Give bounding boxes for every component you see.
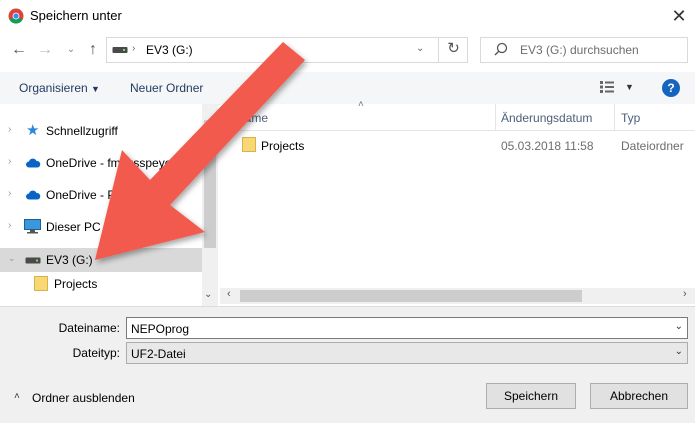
back-arrow-icon[interactable]: ← (10, 41, 28, 59)
filename-value: NEPOprog (131, 322, 190, 336)
breadcrumb-drive[interactable]: EV3 (G:) (146, 43, 193, 57)
chevron-down-icon[interactable]: ⌄ (675, 321, 683, 332)
nav-scroll-thumb[interactable] (204, 120, 216, 248)
hide-folders-button[interactable]: Ordner ausblenden (32, 391, 135, 405)
cloud-icon (26, 158, 41, 168)
collapse-chevron-icon[interactable]: ⌄ (8, 253, 16, 264)
address-dropdown-icon[interactable]: ⌄ (416, 43, 424, 54)
column-type-label: Typ (621, 111, 641, 125)
filetype-value: UF2-Datei (131, 347, 186, 361)
view-options-icon[interactable] (600, 81, 614, 93)
monitor-icon (24, 219, 41, 234)
nav-label: OneDrive - fmsgsspeyer (46, 156, 176, 170)
file-modified-cell: 05.03.2018 11:58 (501, 139, 594, 153)
forward-arrow-icon[interactable]: → (36, 41, 54, 59)
filetype-select[interactable]: UF2-Datei ⌄ (126, 342, 688, 364)
drive-icon (25, 257, 41, 264)
help-icon[interactable]: ? (662, 79, 680, 97)
chevron-up-icon[interactable]: ˄ (14, 391, 20, 402)
organize-button[interactable]: Organisieren ▼ (19, 81, 100, 95)
column-divider[interactable] (614, 104, 615, 130)
column-type-header[interactable]: Typ (621, 111, 640, 125)
refresh-icon[interactable]: ↻ (438, 37, 468, 63)
nav-item-projects[interactable]: Projects (0, 272, 202, 296)
view-dropdown-icon[interactable]: ▼ (625, 82, 634, 92)
nav-label: Dieser PC (46, 220, 101, 234)
filename-label: Dateiname: (58, 321, 120, 335)
expand-chevron-icon[interactable]: › (8, 124, 11, 135)
organize-dropdown-icon: ▼ (91, 84, 100, 94)
column-name-label: Name (236, 111, 269, 125)
column-divider[interactable] (495, 104, 496, 130)
organize-label: Organisieren (19, 81, 88, 95)
search-icon (494, 42, 508, 56)
nav-item-ev3-drive[interactable]: ⌄ EV3 (G:) (0, 248, 202, 272)
file-name-cell[interactable]: Projects (261, 139, 304, 153)
folder-icon (242, 137, 256, 152)
nav-label: Projects (54, 277, 98, 291)
folder-icon (34, 276, 48, 291)
column-modified-header[interactable]: Änderungsdatum (501, 111, 592, 125)
column-name-header[interactable]: Name (236, 111, 268, 125)
star-icon: ★ (26, 122, 40, 139)
chrome-icon (8, 8, 24, 24)
save-button[interactable]: Speichern (486, 383, 576, 409)
nav-item-quick-access[interactable]: › ★ Schnellzugriff (0, 119, 202, 143)
sort-up-icon: ˄ (358, 99, 364, 110)
nav-item-this-pc[interactable]: › Dieser PC (0, 215, 202, 239)
window-title: Speichern unter (30, 8, 122, 23)
chevron-down-icon[interactable]: ⌄ (675, 346, 683, 357)
file-type-cell: Dateiordner (621, 139, 684, 153)
recent-chevron-icon[interactable]: ⌄ (62, 41, 80, 59)
new-folder-button[interactable]: Neuer Ordner (130, 81, 203, 95)
filename-input[interactable]: NEPOprog ⌄ (126, 317, 688, 339)
file-scroll-thumb[interactable] (240, 290, 582, 302)
nav-label: OneDrive - Personal (46, 188, 155, 202)
nav-item-onedrive-personal[interactable]: › OneDrive - Personal (0, 183, 202, 207)
expand-chevron-icon[interactable]: › (8, 188, 11, 199)
cloud-icon (26, 190, 41, 200)
up-arrow-icon[interactable]: ↑ (84, 41, 102, 59)
scroll-right-icon[interactable]: › (683, 288, 687, 300)
expand-chevron-icon[interactable]: › (8, 156, 11, 167)
column-modified-label: Änderungsdatum (501, 111, 593, 125)
nav-label: EV3 (G:) (46, 253, 93, 267)
scroll-left-icon[interactable]: ‹ (227, 288, 231, 300)
cancel-button[interactable]: Abbrechen (590, 383, 688, 409)
nav-item-onedrive-work[interactable]: › OneDrive - fmsgsspeyer (0, 151, 202, 175)
search-placeholder: EV3 (G:) durchsuchen (520, 43, 639, 57)
command-toolbar (0, 72, 695, 105)
drive-icon (112, 47, 128, 53)
filetype-label: Dateityp: (72, 346, 120, 360)
breadcrumb-chevron-icon: › (132, 43, 136, 54)
nav-label: Schnellzugriff (46, 124, 118, 138)
close-icon[interactable]: ✕ (668, 5, 690, 27)
scroll-down-icon[interactable]: ⌄ (204, 289, 212, 300)
expand-chevron-icon[interactable]: › (8, 220, 11, 231)
